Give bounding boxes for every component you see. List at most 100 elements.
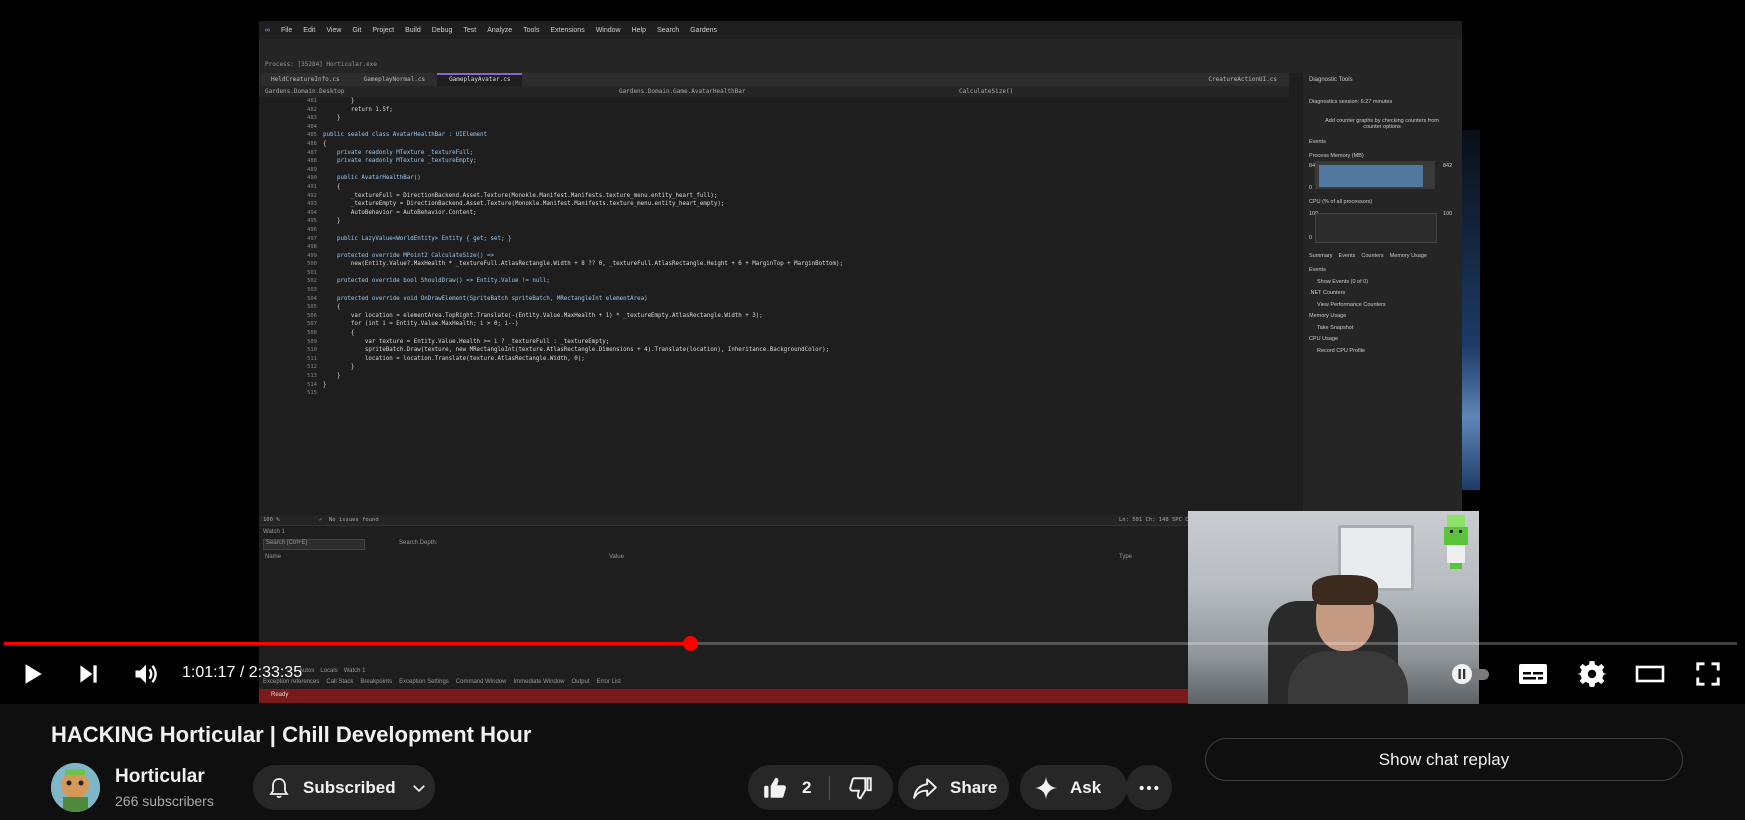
line-number: 489: [307, 166, 317, 173]
next-button[interactable]: [70, 652, 106, 696]
code-line: }: [323, 218, 341, 225]
volume-icon: [135, 664, 157, 684]
code-line: _textureEmpty = DirectionBackend.Asset.T…: [323, 201, 725, 208]
subtitles-button[interactable]: [1513, 652, 1553, 696]
ide-toolbar: [259, 39, 1462, 58]
code-line: var location = elementArea.TopRight.Tran…: [323, 312, 763, 319]
zoom-level: 100 %: [263, 517, 280, 523]
line-number: 483: [307, 115, 317, 122]
theater-button[interactable]: [1630, 652, 1670, 696]
diag-tabs: Summary Events Counters Memory Usage: [1309, 253, 1427, 259]
diag-tab: Summary: [1309, 253, 1333, 259]
diag-hint: Add counter graphs by checking counters …: [1325, 118, 1439, 130]
ide-menu-item: Help: [631, 26, 647, 34]
channel-avatar[interactable]: [51, 763, 100, 812]
chevron-down-icon: [412, 784, 425, 792]
line-number: 505: [307, 304, 317, 311]
code-line: return 1.5f;: [323, 106, 393, 113]
watch-title: Watch 1: [263, 529, 285, 535]
volume-button[interactable]: [128, 652, 164, 696]
code-line: private readonly MTexture _textureFull;: [323, 149, 474, 156]
line-number: 487: [307, 149, 317, 156]
ide-menu-item: Debug: [431, 26, 453, 34]
ide-tabs: HeldCreatureInfo.cs GameplayNormal.cs Game…: [259, 73, 1289, 86]
check-icon: ✓: [319, 517, 323, 523]
code-line: {: [323, 140, 327, 147]
code-text: } return 1.5f; } public sealed class Avat…: [323, 97, 1283, 398]
line-number: 495: [307, 218, 317, 225]
code-line: AutoBehavior = AutoBehavior.Content;: [323, 209, 477, 216]
autoplay-toggle-icon: [1452, 664, 1489, 684]
nav-member: CalculateSize(): [959, 88, 1014, 95]
video-player[interactable]: ∞ File Edit View Git Project Build Debug Test Ana…: [0, 0, 1745, 704]
memory-chart: [1315, 161, 1435, 189]
next-icon: [80, 665, 97, 683]
ide-tab: HeldCreatureInfo.cs: [271, 76, 340, 83]
diag-item: Memory Usage: [1309, 313, 1347, 319]
more-actions-button[interactable]: [1126, 765, 1172, 810]
ide-menu-item: Search: [657, 26, 680, 34]
code-line: location = location.Translate(texture.At…: [323, 355, 585, 362]
line-number: 504: [307, 295, 317, 302]
line-number: 490: [307, 175, 317, 182]
code-line: public LazyValue<WorldEntity> Entity { g…: [323, 235, 512, 242]
theater-icon: [1635, 665, 1665, 683]
line-number: 488: [307, 158, 317, 165]
play-button[interactable]: [12, 652, 52, 696]
play-icon: [25, 664, 42, 684]
code-line: _textureFull = DirectionBackend.Asset.Te…: [323, 192, 718, 199]
line-number: 511: [307, 355, 317, 362]
settings-button[interactable]: [1572, 652, 1612, 696]
line-number: 515: [307, 390, 317, 397]
dislike-button[interactable]: [830, 765, 893, 810]
ide-process-bar: Process: [35284] Horticular.exe: [259, 57, 1462, 73]
watch-col-type: Type: [1119, 554, 1133, 560]
share-button[interactable]: Share: [898, 765, 1009, 810]
ide-menu-item: Git: [352, 26, 362, 34]
line-number: 497: [307, 235, 317, 242]
diagnostic-tools-panel: Diagnostic Tools Diagnostics session: 6:…: [1303, 73, 1462, 515]
code-line: protected override MPoint2 CalculateSize…: [323, 252, 495, 259]
line-number: 510: [307, 347, 317, 354]
autoplay-toggle[interactable]: [1448, 652, 1494, 696]
diag-tab: Events: [1338, 253, 1356, 259]
ide-menubar: ∞ File Edit View Git Project Build Debug Test Ana…: [259, 21, 1462, 39]
player-controls: 1:01:17 / 2:33:35: [0, 652, 1745, 696]
code-line: }: [323, 373, 341, 379]
thumbs-down-icon: [849, 776, 873, 799]
line-number: 506: [307, 312, 317, 319]
fullscreen-button[interactable]: [1688, 652, 1728, 696]
diag-memory: Process Memory (MB): [1309, 153, 1364, 159]
code-line: }: [323, 364, 355, 371]
cpu-max-right: 100: [1443, 211, 1453, 217]
diag-title: Diagnostic Tools: [1309, 77, 1353, 83]
seek-bar[interactable]: [4, 636, 1737, 651]
subscribed-button[interactable]: Subscribed: [253, 765, 435, 810]
issues-status: No issues found: [329, 517, 379, 523]
ide-menu-item: Test: [463, 26, 477, 34]
line-number: 482: [307, 106, 317, 113]
thumbs-up-icon: [764, 777, 786, 798]
cpu-chart: [1315, 213, 1437, 243]
watch-col-value: Value: [609, 554, 624, 560]
editor-status: 100 % ✓ No issues found Ln: 501 Ch: 148 …: [259, 515, 1289, 525]
channel-name[interactable]: Horticular: [115, 766, 205, 788]
diag-item: .NET Counters: [1309, 290, 1346, 296]
diag-item: Take Snapshot: [1317, 324, 1354, 331]
show-chat-replay-button[interactable]: Show chat replay: [1205, 738, 1683, 781]
line-number: 503: [307, 287, 317, 294]
video-title: HACKING Horticular | Chill Development H…: [51, 722, 532, 747]
code-line: new(Entity.Value?.MaxHealth * _textureFu…: [323, 261, 844, 268]
subscribed-label: Subscribed: [303, 777, 396, 797]
like-button[interactable]: 2: [748, 765, 829, 810]
background-earth: [1462, 130, 1480, 490]
ide-menu-item: Gardens: [690, 26, 718, 34]
mem-max-right: 842: [1443, 163, 1453, 169]
ide-menu-item: Extensions: [550, 26, 585, 34]
ask-button[interactable]: Ask: [1020, 765, 1127, 810]
